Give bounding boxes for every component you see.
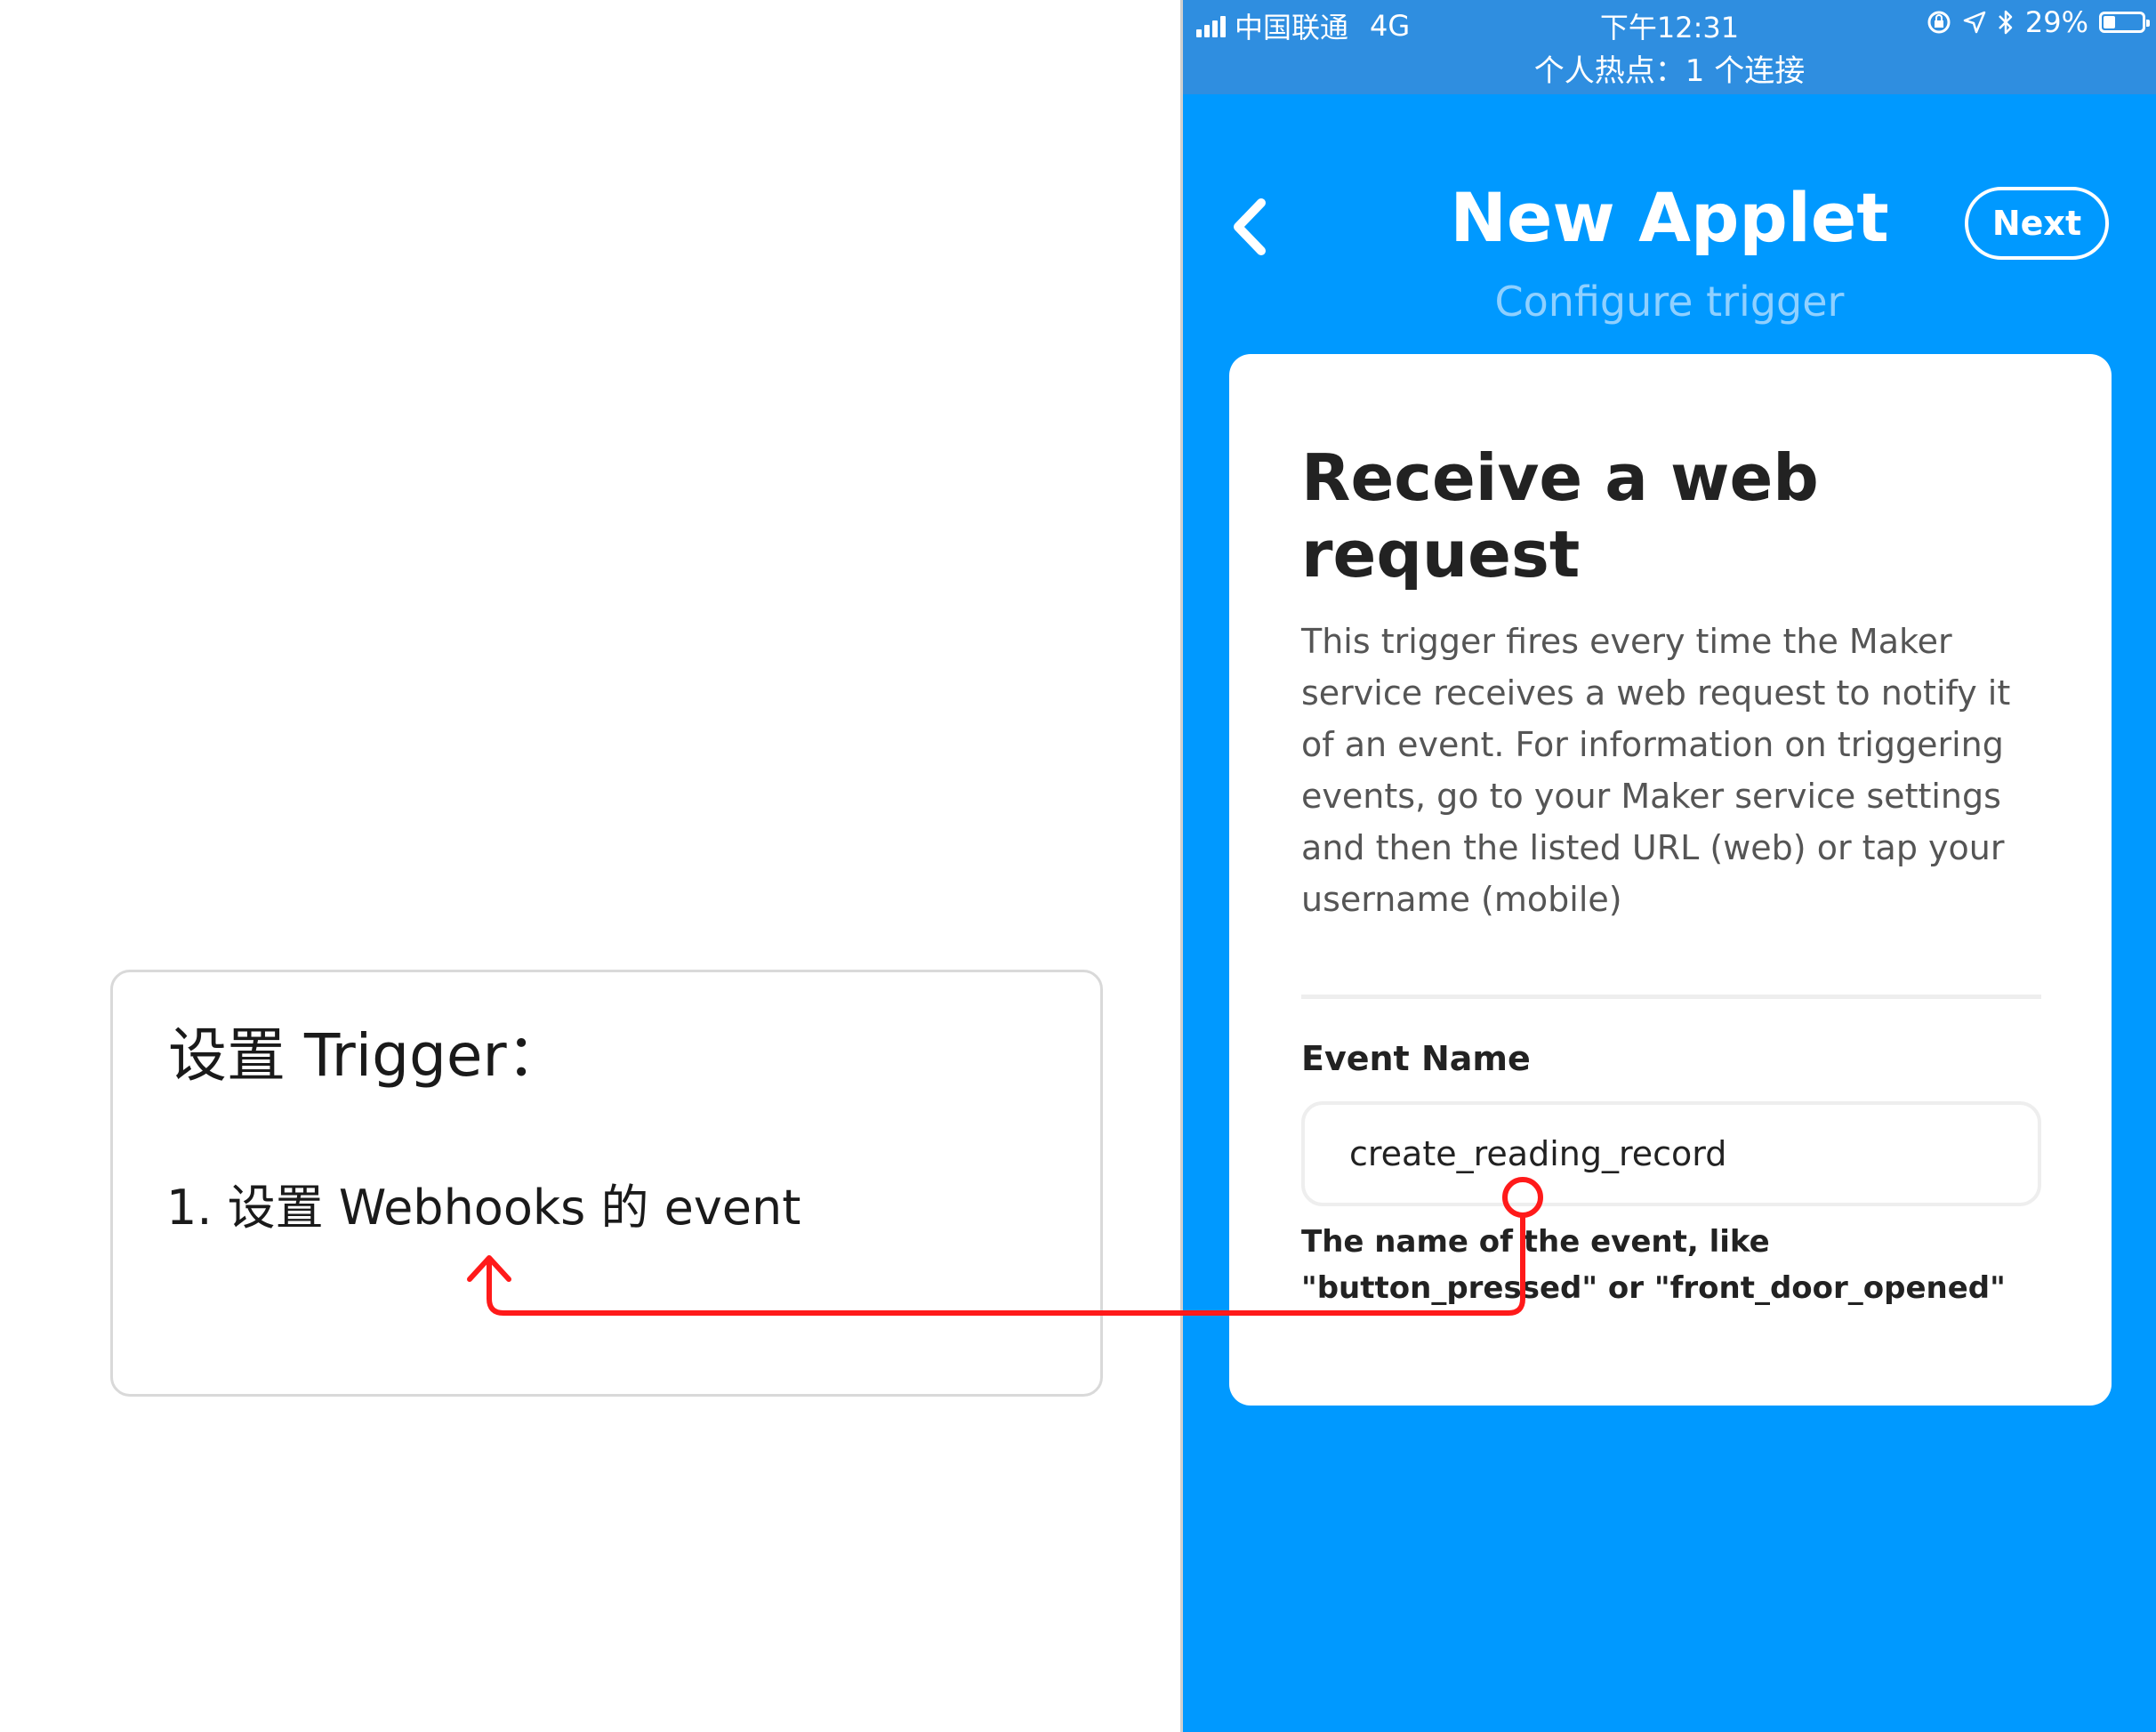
battery-percent: 29% — [2024, 5, 2088, 39]
annotation-step: 1. 设置 Webhooks 的 event — [166, 1180, 801, 1236]
next-button[interactable]: Next — [1965, 187, 2109, 260]
event-name-input[interactable]: create_reading_record — [1301, 1101, 2041, 1206]
page-subtitle: Configure trigger — [1494, 278, 1845, 326]
phone-screen: 中国联通 4G 下午12:31 29% 个人热点：1 个连接 New Apple… — [1180, 0, 2156, 1732]
status-right: 29% — [1926, 5, 2150, 39]
bluetooth-icon — [1998, 10, 2013, 35]
annotation-box: 设置 Trigger： 1. 设置 Webhooks 的 event — [110, 970, 1103, 1397]
annotation-title: 设置 Trigger： — [168, 1021, 566, 1090]
event-name-help: The name of the event, like "button_pres… — [1301, 1224, 2006, 1306]
battery-icon — [2099, 12, 2150, 33]
trigger-description: This trigger fires every time the Maker … — [1301, 622, 2011, 919]
location-icon — [1963, 11, 1986, 34]
trigger-title: Receive a web request — [1301, 440, 1819, 592]
status-bar: 中国联通 4G 下午12:31 29% 个人热点：1 个连接 — [1183, 0, 2156, 94]
trigger-card: Receive a web request This trigger fires… — [1229, 354, 2112, 1406]
battery-level — [2104, 16, 2116, 28]
divider — [1301, 995, 2041, 999]
hotspot-banner[interactable]: 个人热点：1 个连接 — [1183, 46, 2156, 90]
rotation-lock-icon — [1927, 11, 1951, 34]
event-name-label: Event Name — [1301, 1039, 1531, 1078]
